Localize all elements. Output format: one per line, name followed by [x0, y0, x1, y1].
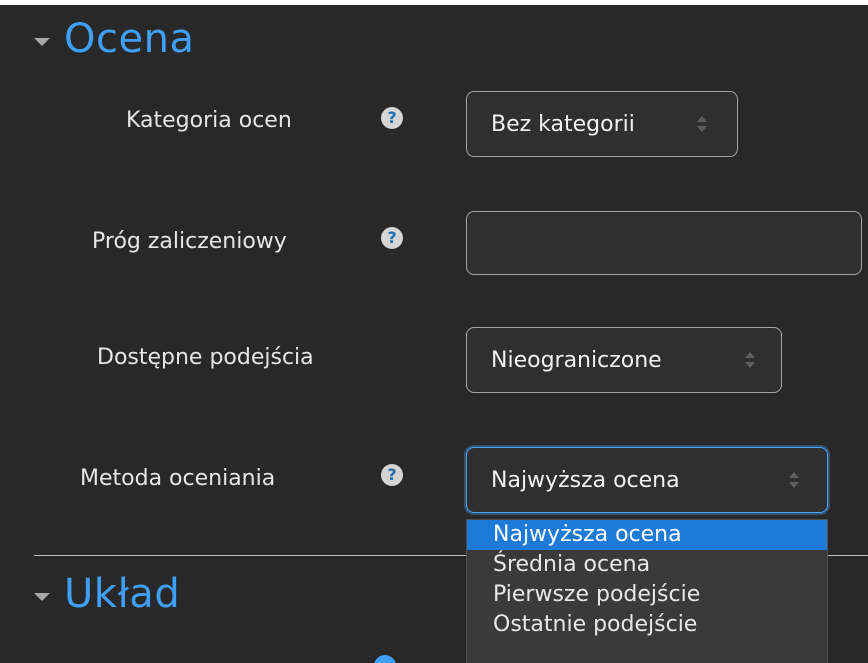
grade-category-label: Kategoria ocen — [126, 108, 292, 133]
dropdown-option-first-attempt[interactable]: Pierwsze podejście — [467, 580, 827, 610]
grading-method-label: Metoda oceniania — [80, 466, 276, 491]
grade-to-pass-input[interactable] — [466, 211, 862, 275]
attempts-allowed-label: Dostępne podejścia — [97, 345, 314, 370]
select-arrows-icon — [697, 116, 707, 132]
caret-down-icon — [34, 38, 50, 46]
help-icon-grade-to-pass[interactable]: ? — [381, 227, 403, 249]
caret-down-icon — [34, 593, 50, 601]
attempts-allowed-value: Nieograniczone — [491, 347, 662, 373]
grading-method-dropdown: Najwyższa ocena Średnia ocena Pierwsze p… — [466, 519, 828, 663]
dropdown-option-last-attempt[interactable]: Ostatnie podejście — [467, 610, 827, 640]
settings-panel: Ocena Kategoria ocen ? Bez kategorii Pró… — [0, 5, 868, 663]
grading-method-value: Najwyższa ocena — [491, 467, 680, 493]
dropdown-option-average-grade[interactable]: Średnia ocena — [467, 550, 827, 580]
help-icon-grade-category[interactable]: ? — [381, 107, 403, 129]
help-icon-partial[interactable] — [374, 655, 396, 663]
grade-category-value: Bez kategorii — [491, 111, 635, 137]
section-title-layout: Układ — [64, 571, 181, 617]
attempts-allowed-select[interactable]: Nieograniczone — [466, 327, 782, 393]
section-header-layout[interactable]: Układ — [34, 574, 180, 614]
select-arrows-icon — [789, 472, 799, 488]
grade-to-pass-label: Próg zaliczeniowy — [92, 229, 287, 254]
dropdown-option-highest-grade[interactable]: Najwyższa ocena — [467, 520, 827, 550]
section-header-grade[interactable]: Ocena — [34, 19, 194, 59]
grading-method-select[interactable]: Najwyższa ocena — [466, 447, 828, 513]
grade-category-select[interactable]: Bez kategorii — [466, 91, 738, 157]
select-arrows-icon — [745, 352, 755, 368]
section-title-grade: Ocena — [64, 16, 195, 62]
help-icon-grading-method[interactable]: ? — [381, 464, 403, 486]
